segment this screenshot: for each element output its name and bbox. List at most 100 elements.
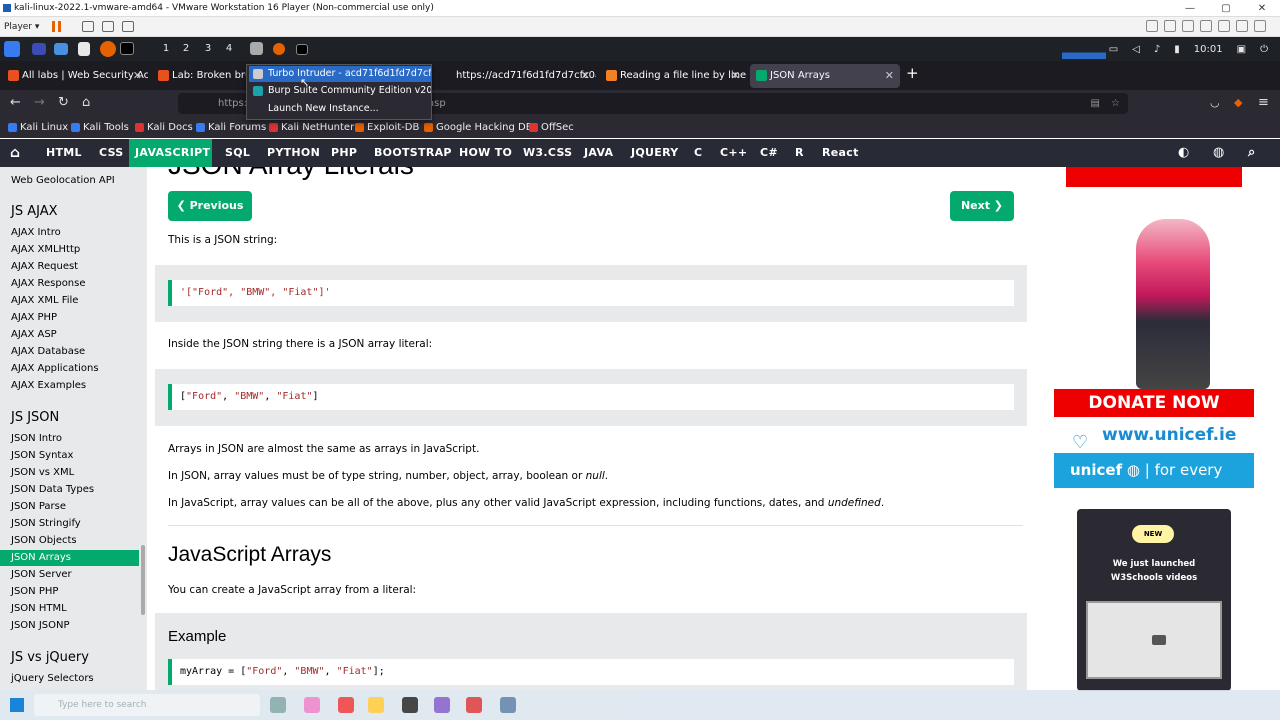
folder-icon[interactable] [368,697,384,713]
lock-icon[interactable]: ▣ [1237,44,1246,55]
kali-menu-icon[interactable] [4,41,20,57]
dark-mode-icon[interactable]: ◐ [1172,139,1196,167]
bookmark-kali-nethunter[interactable]: Kali NetHunter [269,117,354,138]
sidebar-item[interactable]: AJAX Database [0,344,139,360]
sidebar-item[interactable]: AJAX PHP [0,310,139,326]
bookmark-kali-linux[interactable]: Kali Linux [8,117,68,138]
nav-javascript[interactable]: JAVASCRIPT [129,139,212,167]
sidebar-item[interactable]: AJAX Applications [0,361,139,377]
power-icon[interactable]: ⏻ [1260,44,1268,55]
forward-button[interactable]: → [34,95,45,111]
nav-html[interactable]: HTML [40,139,88,167]
close-tab-icon[interactable]: ✕ [133,64,142,88]
sidebar-item[interactable]: JSON JSONP [0,618,139,634]
bookmark-kali-forums[interactable]: Kali Forums [196,117,266,138]
files-icon[interactable] [54,43,68,55]
sidebar-item-active[interactable]: JSON Arrays [0,550,139,566]
unicef-url-banner[interactable]: ♡ www.unicef.ie [1054,417,1254,453]
bookmark-google-hacking-db[interactable]: Google Hacking DB [424,117,533,138]
send-ctrl-alt-del-icon[interactable] [82,21,94,32]
tab-lab-broken-brute[interactable]: Lab: Broken brute [152,64,248,88]
app-icon[interactable] [500,697,516,713]
new-tab-button[interactable]: + [906,64,919,82]
workspace-1[interactable]: 1 [156,37,176,61]
tab-lab-url[interactable]: https://acd71f6d1fd7d7cfc0a ✕ [436,64,596,88]
search-icon[interactable]: ⌕ [1242,139,1262,167]
workspace-2[interactable]: 2 [176,37,196,61]
nav-jquery[interactable]: JQUERY [625,139,685,167]
workspace-4[interactable]: 4 [219,37,239,61]
unity-icon[interactable] [122,21,134,32]
pause-icon[interactable] [52,21,61,32]
tab-reading-file[interactable]: Reading a file line by line ✕ [600,64,746,88]
text-editor-icon[interactable] [78,42,90,56]
sidebar-item[interactable]: JSON HTML [0,601,139,617]
donate-now-button[interactable]: DONATE NOW [1054,389,1254,417]
close-tab-icon[interactable]: ✕ [885,64,894,88]
nav-c[interactable]: C [688,139,708,167]
w3schools-video-ad[interactable]: NEW We just launched W3Schools videos [1077,509,1231,691]
home-button[interactable]: ⌂ [82,95,90,111]
nav-css[interactable]: CSS [93,139,130,167]
device-icon[interactable] [1254,20,1266,32]
app-icon[interactable] [338,697,354,713]
launch-new-instance[interactable]: Launch New Instance... [249,101,431,117]
sidebar-item[interactable]: JSON Server [0,567,139,583]
taskbar-search-input[interactable]: Type here to search [34,694,260,716]
sidebar-item[interactable]: AJAX Intro [0,225,139,241]
sidebar-item[interactable]: AJAX Examples [0,378,139,394]
device-icon[interactable] [1236,20,1248,32]
sidebar-item[interactable]: JSON Stringify [0,516,139,532]
nav-cpp[interactable]: C++ [714,139,753,167]
reload-button[interactable]: ↻ [58,95,69,111]
pocket-icon[interactable]: ◡ [1210,95,1220,111]
workspace-3[interactable]: 3 [198,37,218,61]
device-icon[interactable] [1164,20,1176,32]
app-icon[interactable] [434,697,450,713]
sidebar-item[interactable]: AJAX XMLHttp [0,242,139,258]
nav-php[interactable]: PHP [325,139,363,167]
previous-button[interactable]: ❮ Previous [168,191,252,221]
bookmark-kali-docs[interactable]: Kali Docs [135,117,193,138]
nav-python[interactable]: PYTHON [261,139,326,167]
player-menu[interactable]: Player ▾ [4,17,39,37]
reader-view-icon[interactable]: ▤ [1091,93,1100,114]
nav-sql[interactable]: SQL [219,139,256,167]
firefox-taskbar-icon[interactable] [273,43,285,55]
app-icon[interactable] [466,697,482,713]
sidebar-item[interactable]: JSON Parse [0,499,139,515]
window-item-turbo-intruder[interactable]: Turbo Intruder - acd71f6d1fd7d7cfc... [249,66,431,82]
maximize-button[interactable]: ▢ [1208,0,1244,17]
bookmark-kali-tools[interactable]: Kali Tools [71,117,129,138]
bookmark-star-icon[interactable]: ☆ [1111,93,1120,114]
sidebar-item[interactable]: JSON PHP [0,584,139,600]
sidebar-item[interactable]: JSON Syntax [0,448,139,464]
close-tab-icon[interactable]: ✕ [581,64,590,88]
bookmark-exploit-db[interactable]: Exploit-DB [355,117,419,138]
minimize-button[interactable]: — [1172,0,1208,17]
sidebar-item[interactable]: jQuery Selectors [0,671,139,687]
sidebar-item-web-geolocation[interactable]: Web Geolocation API [0,173,139,189]
window-item-burp-suite[interactable]: Burp Suite Community Edition v20... [249,83,431,99]
app-icon[interactable] [304,697,320,713]
close-window-button[interactable]: ✕ [1244,0,1280,17]
terminal-taskbar-icon[interactable] [296,44,308,55]
sidebar-item[interactable]: JSON Intro [0,431,139,447]
sidebar-item[interactable]: JSON Data Types [0,482,139,498]
app-icon[interactable] [402,697,418,713]
nav-r[interactable]: R [789,139,810,167]
notification-icon[interactable]: ♪ [1154,44,1160,55]
burp-taskbar-icon[interactable] [250,42,263,55]
bookmark-offsec[interactable]: OffSec [529,117,574,138]
tab-json-arrays[interactable]: JSON Arrays ✕ [750,64,900,88]
battery-icon[interactable]: ▮ [1174,44,1180,55]
nav-w3css[interactable]: W3.CSS [517,139,578,167]
terminal-icon[interactable] [120,42,134,55]
sidebar-item[interactable]: AJAX ASP [0,327,139,343]
unicef-ad[interactable]: 7.5 million children at immediate threat… [1054,167,1254,417]
fit-guest-icon[interactable] [102,21,114,32]
task-view-icon[interactable] [270,697,286,713]
video-thumbnail[interactable] [1086,601,1222,679]
sidebar-item[interactable]: JSON vs XML [0,465,139,481]
globe-icon[interactable]: ◍ [1207,139,1231,167]
